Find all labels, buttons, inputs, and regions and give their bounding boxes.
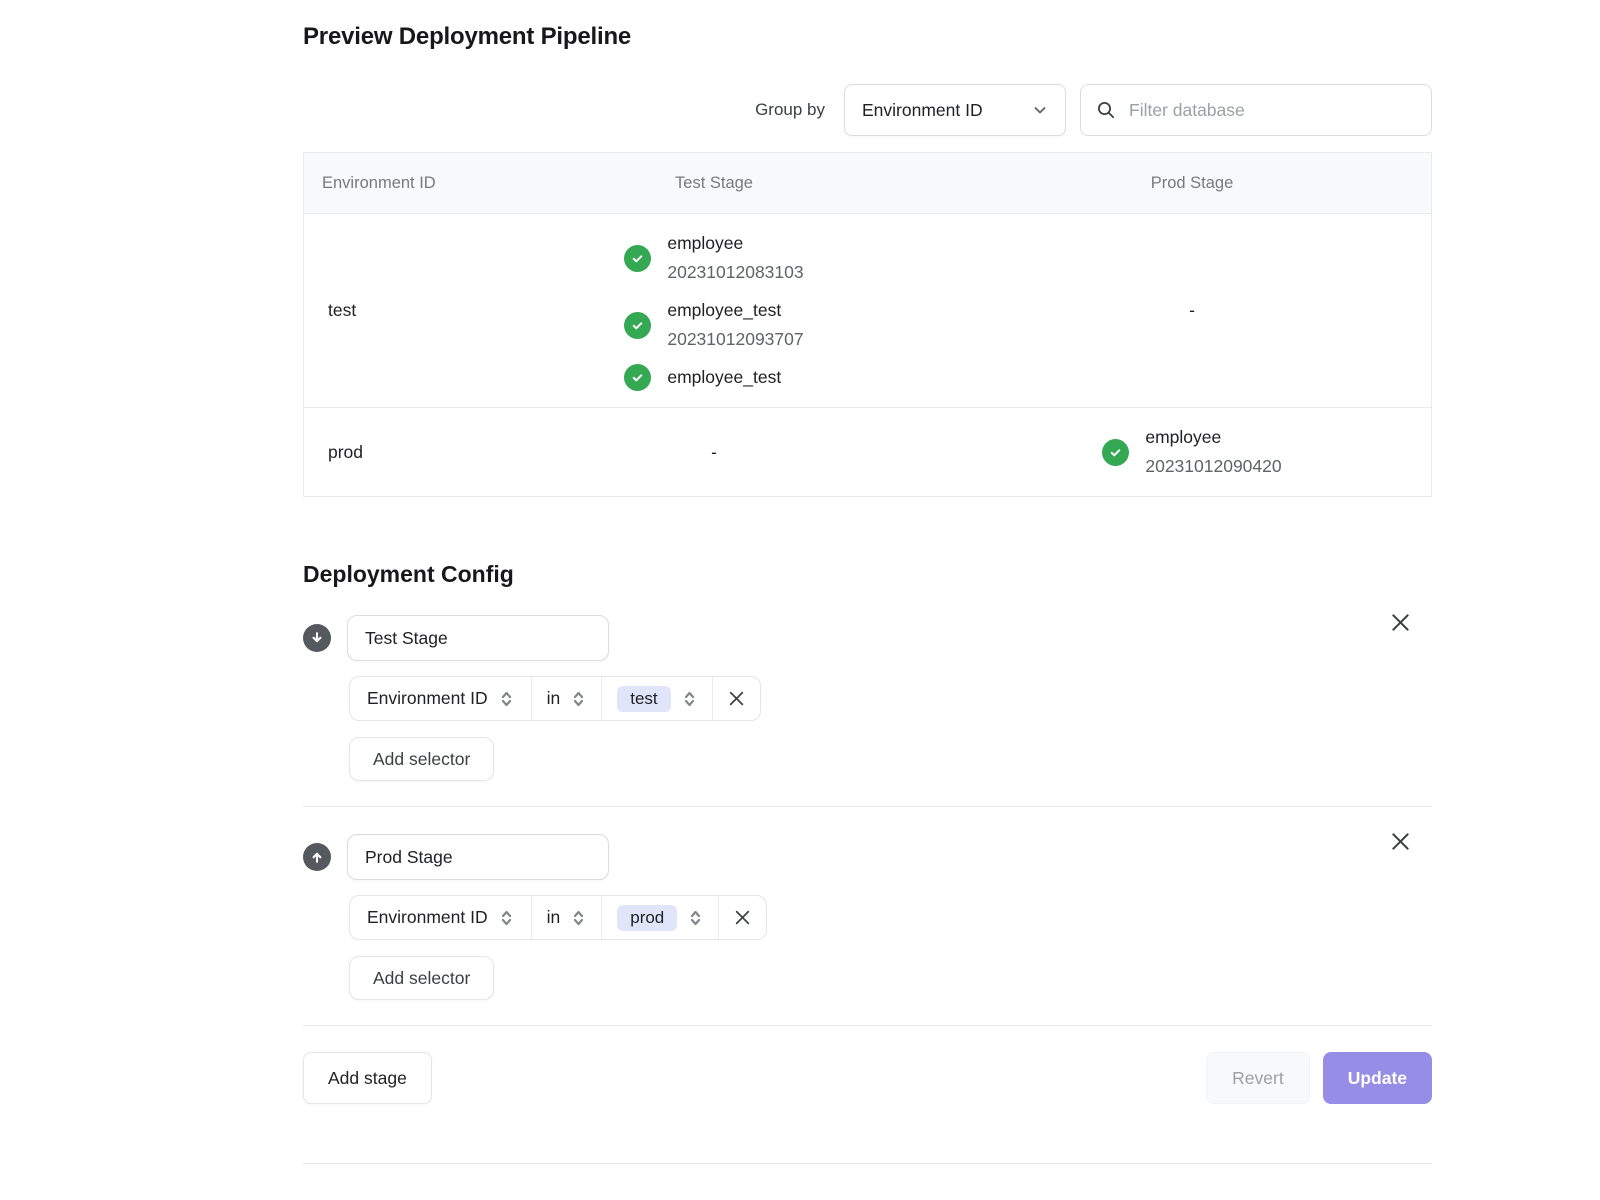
database-name: employee	[1145, 423, 1281, 452]
toolbar: Group by Environment ID	[303, 84, 1432, 136]
remove-selector-button[interactable]	[712, 677, 760, 720]
remove-selector-button[interactable]	[718, 896, 766, 939]
selector-field-value: Environment ID	[367, 907, 488, 928]
label-selector: Environment ID in test	[349, 676, 761, 721]
x-icon	[728, 690, 745, 707]
column-header-prod-stage: Prod Stage	[953, 174, 1431, 193]
deployment-config-title: Deployment Config	[303, 561, 1432, 588]
chevron-down-icon	[1032, 102, 1048, 118]
page-title: Preview Deployment Pipeline	[303, 23, 1432, 51]
filter-database-input[interactable]	[1127, 99, 1416, 122]
label-selector: Environment ID in prod	[349, 895, 767, 940]
selector-value-tag: test	[617, 686, 670, 712]
column-header-environment-id: Environment ID	[304, 174, 475, 193]
up-down-arrows-icon	[571, 907, 586, 929]
prod-stage-cell: employee 20231012090420	[953, 408, 1431, 496]
stage-section-test: Environment ID in test	[303, 615, 1432, 781]
selector-value-select[interactable]: test	[601, 677, 711, 720]
selector-field-select[interactable]: Environment ID	[350, 677, 531, 720]
add-stage-button[interactable]: Add stage	[303, 1052, 432, 1104]
stage-section-prod: Environment ID in prod	[303, 834, 1432, 1000]
database-text: employee 20231012090420	[1145, 423, 1281, 481]
actions-divider	[303, 1025, 1432, 1026]
database-item: employee_test	[624, 363, 781, 392]
selector-operator-select[interactable]: in	[531, 677, 602, 720]
up-down-arrows-icon	[571, 688, 586, 710]
selector-operator-select[interactable]: in	[531, 896, 602, 939]
group-by-selected-value: Environment ID	[862, 100, 983, 121]
empty-stage-dash: -	[711, 442, 717, 463]
group-by-select[interactable]: Environment ID	[844, 84, 1066, 136]
database-version: 20231012083103	[667, 258, 803, 287]
database-list: employee 20231012090420	[1102, 408, 1281, 496]
database-text: employee 20231012083103	[667, 229, 803, 287]
selector-operator-value: in	[547, 688, 561, 709]
selector-value-tag: prod	[617, 905, 677, 931]
up-down-arrows-icon	[499, 688, 514, 710]
success-check-icon	[624, 312, 651, 339]
database-item: employee 20231012083103	[624, 229, 803, 287]
deployment-pipeline-page: Preview Deployment Pipeline Group by Env…	[303, 0, 1432, 1164]
arrow-up-circle-icon	[303, 843, 331, 871]
x-icon	[734, 909, 751, 926]
environment-id-cell: test	[304, 300, 475, 321]
remove-stage-button[interactable]	[1389, 830, 1412, 853]
stage-name-input[interactable]	[347, 834, 609, 880]
success-check-icon	[1102, 439, 1129, 466]
database-name: employee	[667, 229, 803, 258]
up-down-arrows-icon	[682, 688, 697, 710]
column-header-test-stage: Test Stage	[475, 174, 953, 193]
selector-value-select[interactable]: prod	[601, 896, 718, 939]
database-name: employee_test	[667, 296, 803, 325]
empty-stage-dash: -	[1189, 300, 1195, 321]
success-check-icon	[624, 245, 651, 272]
stage-header	[303, 834, 1432, 880]
selector-row: Environment ID in prod	[349, 895, 1432, 940]
test-stage-cell: employee 20231012083103 employee_test 20…	[475, 214, 953, 407]
database-list: employee 20231012083103 employee_test 20…	[624, 214, 803, 407]
stage-name-input[interactable]	[347, 615, 609, 661]
revert-button[interactable]: Revert	[1206, 1052, 1310, 1104]
pipeline-preview-table: Environment ID Test Stage Prod Stage tes…	[303, 152, 1432, 497]
selector-row: Environment ID in test	[349, 676, 1432, 721]
stage-divider	[303, 806, 1432, 807]
update-button[interactable]: Update	[1323, 1052, 1432, 1104]
table-header-row: Environment ID Test Stage Prod Stage	[304, 153, 1431, 213]
arrow-down-circle-icon	[303, 624, 331, 652]
database-text: employee_test	[667, 363, 781, 392]
selector-operator-value: in	[547, 907, 561, 928]
selector-field-select[interactable]: Environment ID	[350, 896, 531, 939]
up-down-arrows-icon	[688, 907, 703, 929]
database-text: employee_test 20231012093707	[667, 296, 803, 354]
remove-stage-button[interactable]	[1389, 611, 1412, 634]
database-item: employee_test 20231012093707	[624, 296, 803, 354]
database-version: 20231012090420	[1145, 452, 1281, 481]
environment-id-cell: prod	[304, 442, 475, 463]
group-by-label: Group by	[755, 100, 825, 120]
selector-field-value: Environment ID	[367, 688, 488, 709]
database-version: 20231012093707	[667, 325, 803, 354]
page-bottom-divider	[303, 1163, 1432, 1164]
success-check-icon	[624, 364, 651, 391]
database-item: employee 20231012090420	[1102, 423, 1281, 481]
test-stage-cell: -	[475, 442, 953, 463]
add-selector-button[interactable]: Add selector	[349, 737, 494, 781]
up-down-arrows-icon	[499, 907, 514, 929]
stage-header	[303, 615, 1432, 661]
prod-stage-cell: -	[953, 300, 1431, 321]
add-selector-button[interactable]: Add selector	[349, 956, 494, 1000]
table-row: prod - employee 20231012090420	[304, 407, 1431, 496]
database-name: employee_test	[667, 363, 781, 392]
table-row: test employee 20231012083103	[304, 213, 1431, 407]
search-icon	[1096, 100, 1116, 120]
bottom-actions: Add stage Revert Update	[303, 1052, 1432, 1104]
filter-database-search[interactable]	[1080, 84, 1432, 136]
